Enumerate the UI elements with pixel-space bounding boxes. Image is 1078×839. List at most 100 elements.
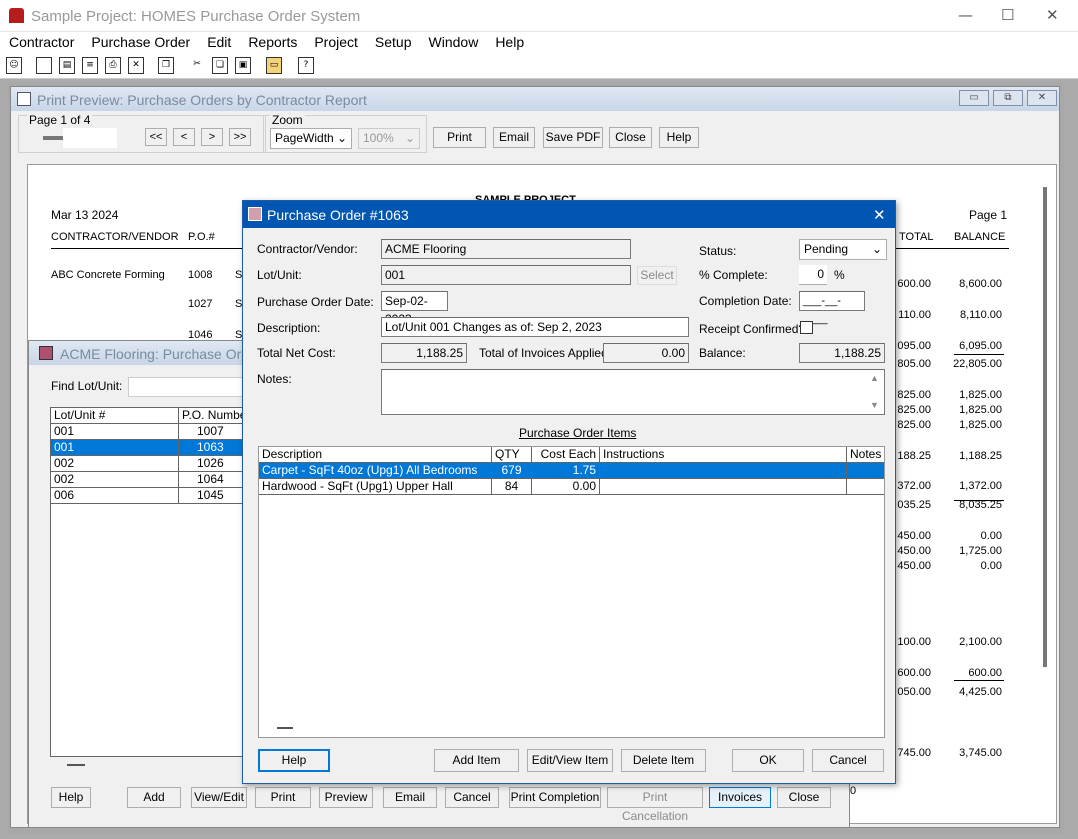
report-balance-cell: 6,095.00 [948,340,1002,352]
col-cost-each[interactable]: Cost Each [532,447,600,463]
cancel-po-button[interactable]: Cancel [445,787,499,808]
table-row[interactable]: Carpet - SqFt 40oz (Upg1) All Bedrooms67… [259,463,884,479]
dialog-close-icon[interactable]: ✕ [873,206,886,224]
status-value: Pending [804,242,848,256]
help-button[interactable]: Help [51,787,91,808]
save-pdf-button[interactable]: Save PDF [543,127,603,148]
delete-item-button[interactable]: Delete Item [621,749,706,772]
open-icon[interactable]: ▭ [266,57,282,74]
item-instructions-cell [600,463,847,479]
menu-help[interactable]: Help [486,32,532,50]
view-edit-button[interactable]: View/Edit [191,787,247,808]
zoom-group: Zoom PageWidth⌄ 100%⌄ [263,115,427,153]
ok-button[interactable]: OK [732,749,804,772]
folder-icon[interactable]: ▤ [59,57,75,74]
preview-button[interactable]: Preview [319,787,373,808]
completion-date-field[interactable]: ___-__-____ [799,291,865,311]
preview-scrollbar[interactable] [1043,187,1047,667]
close-doc-icon[interactable]: ✕ [128,57,144,74]
table-row[interactable]: 0021026 [51,456,249,472]
net-cost-field: 1,188.25 [381,343,467,363]
copy-doc-icon[interactable]: ❐ [158,57,174,74]
next-page-button[interactable]: > [201,128,223,146]
col-notes[interactable]: Notes [847,447,886,463]
report-balance-cell: 8,110.00 [948,309,1002,321]
report-balance-cell: 0.00 [948,530,1002,542]
print-icon[interactable]: ⎙ [105,57,121,74]
page-slider[interactable] [43,136,63,140]
notes-field[interactable] [381,369,885,415]
user-icon[interactable]: ☺ [6,57,22,74]
report-balance-cell: 1,825.00 [948,404,1002,416]
close-preview-button[interactable]: Close [609,127,652,148]
first-page-button[interactable]: << [145,128,167,146]
col-qty[interactable]: QTY [492,447,532,463]
doc-icon[interactable]: ≡ [82,57,98,74]
print-po-button[interactable]: Print [255,787,311,808]
edit-view-item-button[interactable]: Edit/View Item [527,749,613,772]
close-list-button[interactable]: Close [777,787,831,808]
col-po-header[interactable]: P.O. Number [179,408,251,424]
table-row[interactable]: 0011007 [51,424,249,440]
menu-setup[interactable]: Setup [366,32,420,50]
receipt-confirmed-checkbox[interactable] [800,321,813,334]
notes-scroll-down-icon[interactable]: ▼ [870,400,879,410]
po-date-field[interactable]: Sep-02-2023 [381,291,448,311]
report-balance-cell: 3,745.00 [948,747,1002,759]
menu-edit[interactable]: Edit [198,32,239,50]
page-box[interactable] [63,128,117,148]
invoices-button[interactable]: Invoices [709,787,771,808]
preview-icon [17,92,31,106]
notes-scroll-up-icon[interactable]: ▲ [870,373,879,383]
close-button[interactable]: ✕ [1046,6,1059,24]
menu-project[interactable]: Project [305,32,366,50]
col-lot-header[interactable]: Lot/Unit # [51,408,179,424]
table-row[interactable]: 0011063 [51,440,249,456]
email-button[interactable]: Email [493,127,535,148]
mdi-restore-button[interactable]: ⧉ [993,90,1023,106]
zoom-select[interactable]: PageWidth⌄ [270,128,352,149]
description-field[interactable]: Lot/Unit 001 Changes as of: Sep 2, 2023 [381,317,689,337]
find-lot-input[interactable] [128,377,248,397]
col-description[interactable]: Description [259,447,492,463]
po-list-grid[interactable]: Lot/Unit # P.O. Number 00110070011063002… [50,407,250,757]
report-balance-cell: 1,825.00 [948,419,1002,431]
zoom-percent-select[interactable]: 100%⌄ [358,128,420,149]
last-page-button[interactable]: >> [229,128,251,146]
menu-reports[interactable]: Reports [239,32,305,50]
menu-purchase-order[interactable]: Purchase Order [82,32,198,50]
cut-icon[interactable]: ✂ [189,57,205,74]
paste-icon[interactable]: ▣ [235,57,251,74]
toolbar: ☺ ▤ ≡ ⎙ ✕ ❐ ✂ ❏ ▣ ▭ ? [0,54,1078,79]
help-preview-button[interactable]: Help [659,127,699,148]
table-row[interactable]: Hardwood - SqFt (Upg1) Upper Hall840.00 [259,479,884,495]
table-row[interactable]: 0061045 [51,488,249,504]
print-button[interactable]: Print [433,127,486,148]
new-icon[interactable] [36,57,52,74]
report-balance-cell: 600.00 [948,667,1002,679]
mdi-minimize-button[interactable]: ▭ [959,90,989,106]
items-grid[interactable]: Description QTY Cost Each Instructions N… [258,446,885,738]
report-balance-cell: 2,100.00 [948,636,1002,648]
status-select[interactable]: Pending⌄ [799,239,887,260]
report-total-cell: 188.25 [897,450,931,462]
copy-icon[interactable]: ❏ [212,57,228,74]
report-balance-cell: 1,725.00 [948,545,1002,557]
help-icon[interactable]: ? [298,57,314,74]
print-completion-button[interactable]: Print Completion [509,787,601,808]
report-total-cell: 372.00 [897,480,931,492]
maximize-button[interactable]: ☐ [1001,6,1014,24]
help-dialog-button[interactable]: Help [258,749,330,772]
menu-window[interactable]: Window [420,32,487,50]
mdi-close-button[interactable]: ✕ [1027,90,1057,106]
table-row[interactable]: 0021064 [51,472,249,488]
cancel-dialog-button[interactable]: Cancel [812,749,884,772]
add-item-button[interactable]: Add Item [434,749,519,772]
minimize-button[interactable]: — [958,6,973,24]
col-instructions[interactable]: Instructions [600,447,847,463]
menu-contractor[interactable]: Contractor [0,32,82,50]
add-button[interactable]: Add [127,787,181,808]
prev-page-button[interactable]: < [173,128,195,146]
email-po-button[interactable]: Email [383,787,437,808]
complete-field[interactable]: 0 [799,265,827,285]
